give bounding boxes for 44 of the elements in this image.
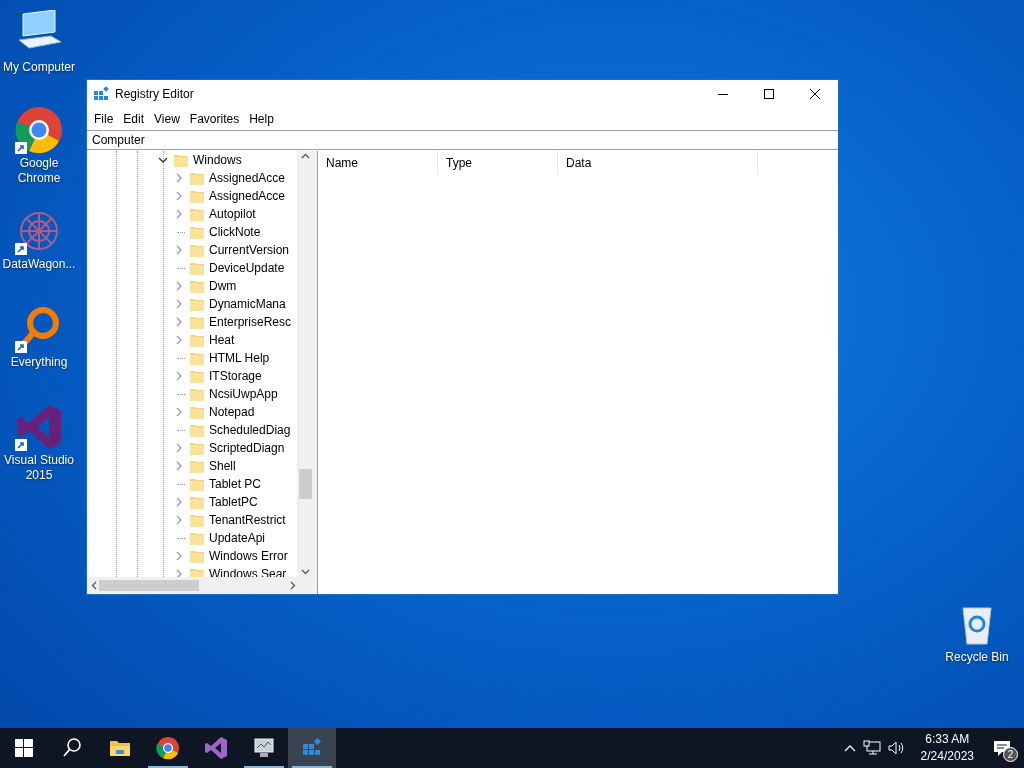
menu-item[interactable]: Edit — [118, 110, 150, 128]
tree-item[interactable]: Shell — [209, 457, 236, 475]
menu-item[interactable]: File — [89, 110, 119, 128]
tree-item[interactable]: Dwm — [209, 277, 237, 295]
menu-item[interactable]: Help — [244, 110, 279, 128]
desktop-icon-label[interactable]: DataWagon... — [2, 257, 76, 272]
menu-item[interactable]: View — [149, 110, 185, 128]
desktop-icon-label[interactable]: Recycle Bin — [945, 650, 1009, 665]
desktop-icon-label[interactable]: Everything — [10, 355, 68, 370]
tree-item[interactable]: AssignedAcce — [209, 169, 286, 187]
tree-item[interactable]: UpdateApi — [209, 529, 266, 547]
tree-item[interactable]: ScriptedDiagn — [209, 439, 285, 457]
column-header[interactable]: Type — [438, 151, 558, 175]
tree-item[interactable]: ClickNote — [209, 223, 261, 241]
clock-time: 6:33 AM — [925, 731, 970, 748]
tree-item[interactable]: Notepad — [209, 403, 255, 421]
tree-item[interactable]: DeviceUpdate — [209, 259, 285, 277]
tree-item[interactable]: ITStorage — [209, 367, 262, 385]
window-title: Registry Editor — [115, 86, 194, 103]
address-bar[interactable]: Computer — [87, 130, 838, 150]
tree-item[interactable]: Windows Error — [209, 547, 288, 565]
clock[interactable]: 6:33 AM 2/24/2023 — [914, 728, 980, 768]
tree-item[interactable]: CurrentVersion — [209, 241, 290, 259]
tree-item[interactable]: AssignedAcce — [209, 187, 286, 205]
tree-item[interactable]: Windows — [193, 151, 242, 169]
menu-item[interactable]: Favorites — [184, 110, 245, 128]
tree-item[interactable]: Heat — [209, 331, 235, 349]
clock-date: 2/24/2023 — [920, 748, 974, 765]
tree-item[interactable]: NcsiUwpApp — [209, 385, 278, 403]
notification-badge: 2 — [1003, 747, 1018, 762]
notification-button[interactable]: 2 — [980, 728, 1024, 768]
tree-item[interactable]: TabletPC — [209, 493, 258, 511]
tree-item[interactable]: Tablet PC — [209, 475, 262, 493]
tree-item[interactable]: Autopilot — [209, 205, 256, 223]
desktop-icon-label[interactable]: My Computer — [3, 60, 75, 75]
column-header[interactable]: Data — [558, 151, 758, 175]
column-header[interactable]: Name — [318, 151, 438, 175]
desktop-icon-label[interactable]: Visual Studio 2015 — [0, 453, 78, 483]
tree-item[interactable]: ScheduledDiag — [209, 421, 291, 439]
tree-item[interactable]: DynamicMana — [209, 295, 286, 313]
tree-item[interactable]: EnterpriseResc — [209, 313, 292, 331]
tree-item[interactable]: TenantRestrict — [209, 511, 286, 529]
tree-item[interactable]: HTML Help — [209, 349, 270, 367]
desktop-icon-label[interactable]: Google Chrome — [0, 156, 78, 186]
